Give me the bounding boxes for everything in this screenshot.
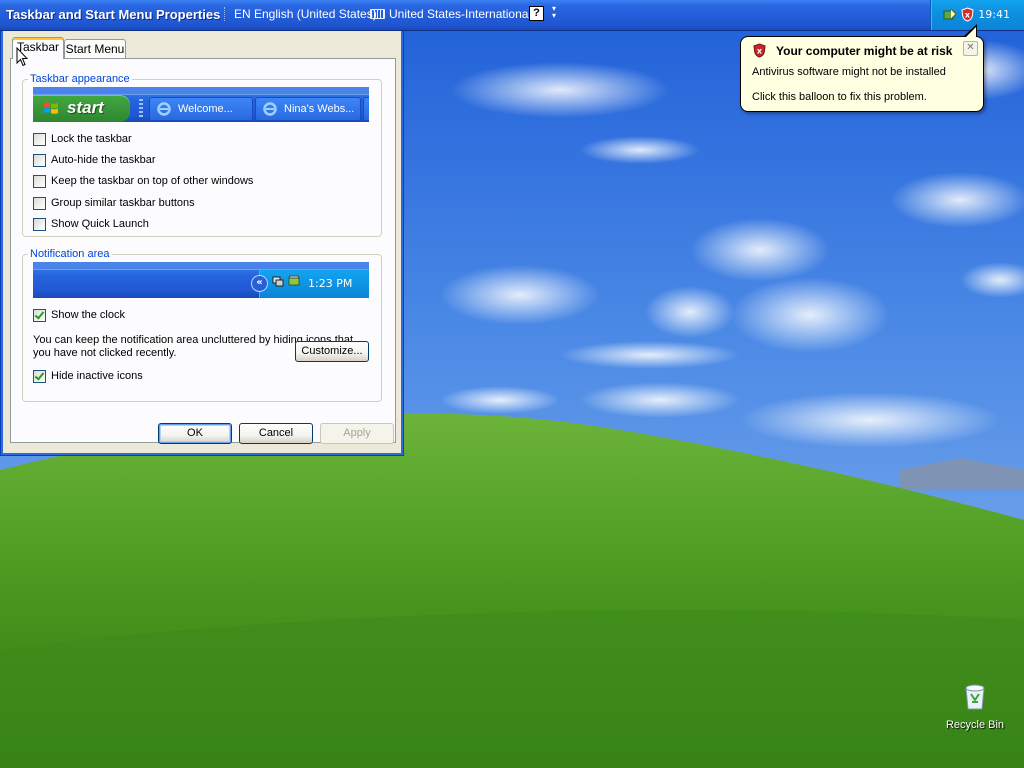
preview-start-button: start <box>33 95 130 122</box>
balloon-title: Your computer might be at risk <box>776 44 953 58</box>
show-hidden-icons-chevron-icon: « <box>251 275 268 292</box>
safely-remove-hardware-icon[interactable] <box>943 8 957 22</box>
taskbar-preview: start Welcome... Nina's Webs... <box>33 87 369 122</box>
show-clock-label: Show the clock <box>51 309 125 321</box>
balloon-action-text: Click this balloon to fix this problem. <box>752 91 927 103</box>
language-label: EN English (United States) <box>234 6 377 21</box>
language-bar-help[interactable]: ? <box>529 5 544 22</box>
taskbar-window-button[interactable]: Taskbar and Start Menu Properties <box>6 7 220 22</box>
preview-taskbar-top-edge <box>33 87 369 95</box>
hide-inactive-label: Hide inactive icons <box>51 370 143 382</box>
preview-quick-launch-grip <box>139 99 143 117</box>
tray-clock[interactable]: 19:41 <box>978 8 1010 21</box>
notification-area-preview: « 1:23 PM <box>33 262 369 298</box>
group-buttons-label: Group similar taskbar buttons <box>51 197 195 209</box>
taskbar-appearance-legend: Taskbar appearance <box>30 73 130 85</box>
help-icon: ? <box>529 6 544 21</box>
preview-notification-top-edge <box>33 262 369 270</box>
preview-taskbar-button-partial <box>363 97 369 121</box>
lock-taskbar-label: Lock the taskbar <box>51 133 132 145</box>
volume-icon <box>288 275 300 286</box>
preview-button-label: Nina's Webs... <box>284 103 355 115</box>
preview-taskbar-button: Nina's Webs... <box>255 97 361 121</box>
quick-launch-option[interactable]: Show Quick Launch <box>33 217 149 231</box>
cancel-button[interactable]: Cancel <box>239 423 313 444</box>
group-buttons-checkbox[interactable] <box>33 196 46 210</box>
keep-on-top-option[interactable]: Keep the taskbar on top of other windows <box>33 174 253 188</box>
show-clock-option[interactable]: Show the clock <box>33 308 125 322</box>
network-icon <box>272 276 284 287</box>
internet-explorer-icon <box>157 102 171 116</box>
balloon-pointer-fill <box>965 27 976 38</box>
hide-inactive-option[interactable]: Hide inactive icons <box>33 369 143 383</box>
security-alert-shield-icon[interactable]: x <box>961 7 974 22</box>
balloon-close-button[interactable]: ✕ <box>963 41 978 56</box>
ok-button[interactable]: OK <box>158 423 232 444</box>
preview-clock: 1:23 PM <box>308 277 353 290</box>
recycle-bin-label: Recycle Bin <box>945 719 1005 731</box>
preview-start-label: start <box>67 98 104 117</box>
notification-area: x 19:41 <box>930 0 1024 30</box>
keyboard-layout-label: United States-International <box>389 6 532 21</box>
auto-hide-checkbox[interactable] <box>33 153 46 167</box>
tab-start-menu[interactable]: Start Menu <box>64 39 126 59</box>
recycle-bin-icon <box>965 684 985 710</box>
keep-on-top-checkbox[interactable] <box>33 174 46 188</box>
chevron-down-icon: ▾ ▾ <box>552 4 557 20</box>
internet-explorer-icon <box>263 102 277 116</box>
keep-on-top-label: Keep the taskbar on top of other windows <box>51 175 254 187</box>
taskbar: Taskbar and Start Menu Properties EN Eng… <box>0 0 1024 31</box>
balloon-message: Antivirus software might not be installe… <box>752 66 946 78</box>
quick-launch-checkbox[interactable] <box>33 217 46 231</box>
notification-area-legend: Notification area <box>30 248 110 260</box>
apply-button[interactable]: Apply <box>320 423 394 444</box>
hide-inactive-checkbox[interactable] <box>33 369 46 383</box>
security-shield-icon: x <box>753 43 766 58</box>
windows-logo-icon <box>44 102 58 114</box>
svg-text:x: x <box>965 11 971 20</box>
language-bar-grip[interactable] <box>224 6 227 21</box>
customize-button[interactable]: Customize... <box>295 341 369 362</box>
auto-hide-option[interactable]: Auto-hide the taskbar <box>33 153 156 167</box>
mouse-cursor-icon <box>16 47 28 67</box>
lock-taskbar-option[interactable]: Lock the taskbar <box>33 132 132 146</box>
quick-launch-label: Show Quick Launch <box>51 218 149 230</box>
language-bar-options[interactable]: ▾ ▾ <box>552 5 556 22</box>
preview-button-label: Welcome... <box>178 103 233 115</box>
language-bar-language[interactable]: EN English (United States) <box>224 5 377 22</box>
preview-taskbar-button: Welcome... <box>149 97 253 121</box>
recycle-bin[interactable]: Recycle Bin <box>940 680 1010 731</box>
group-buttons-option[interactable]: Group similar taskbar buttons <box>33 196 195 210</box>
svg-text:x: x <box>757 47 763 56</box>
show-clock-checkbox[interactable] <box>33 308 46 322</box>
lock-taskbar-checkbox[interactable] <box>33 132 46 146</box>
keyboard-icon <box>370 8 385 19</box>
language-bar-keyboard[interactable]: United States-International <box>370 5 531 22</box>
security-balloon[interactable]: x Your computer might be at risk ✕ Antiv… <box>740 36 984 112</box>
auto-hide-label: Auto-hide the taskbar <box>51 154 156 166</box>
